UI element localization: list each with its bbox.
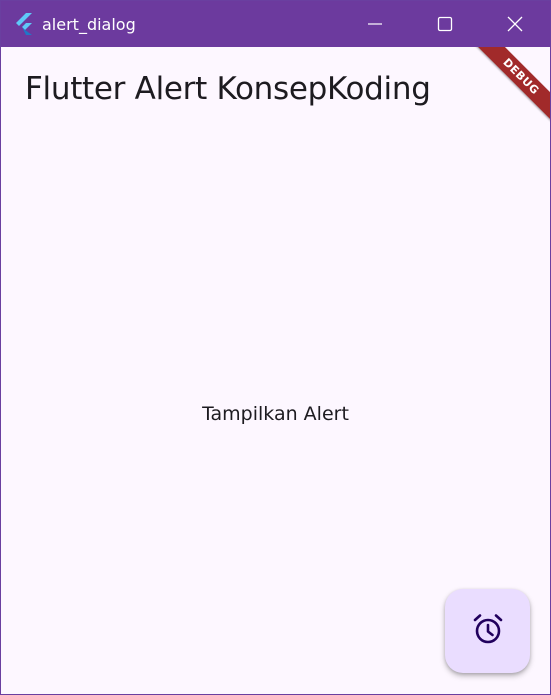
app-bar-title: Flutter Alert KonsepKoding (25, 71, 431, 107)
app-window: alert_dialog Flutter Alert KonsepKoding … (0, 0, 551, 695)
minimize-icon (367, 16, 383, 32)
alarm-icon (471, 612, 505, 651)
window-controls (340, 1, 550, 47)
close-icon (507, 16, 523, 32)
show-alert-text: Tampilkan Alert (202, 403, 349, 425)
maximize-button[interactable] (410, 1, 480, 47)
title-bar[interactable]: alert_dialog (1, 1, 550, 47)
flutter-logo-icon (13, 13, 35, 35)
alarm-fab-button[interactable] (445, 589, 530, 673)
close-button[interactable] (480, 1, 550, 47)
window-title: alert_dialog (42, 14, 136, 34)
debug-banner-label: DEBUG (472, 47, 550, 125)
minimize-button[interactable] (340, 1, 410, 47)
maximize-icon (437, 16, 453, 32)
debug-banner: DEBUG (460, 47, 550, 137)
